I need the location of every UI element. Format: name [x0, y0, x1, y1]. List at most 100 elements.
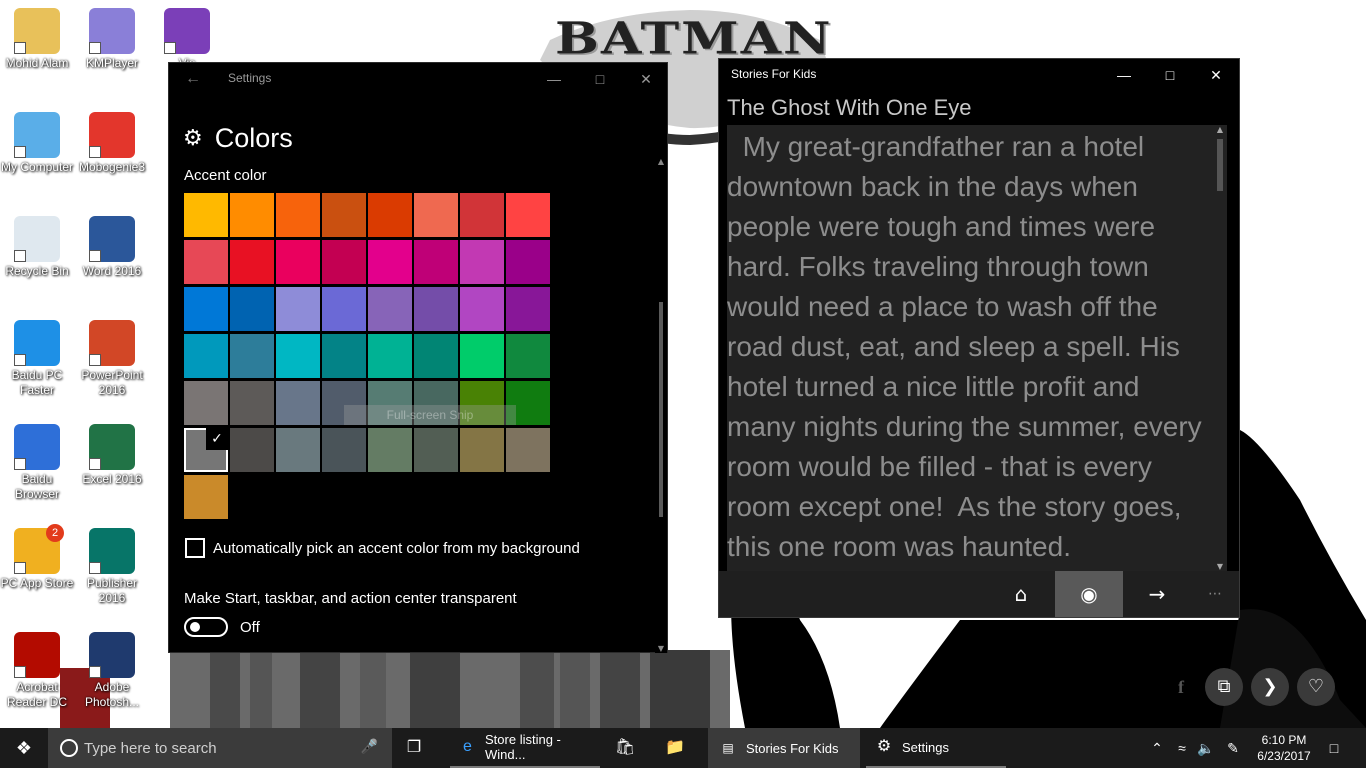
scroll-down-arrow-icon[interactable]: ▼ [655, 644, 667, 653]
transparency-toggle[interactable] [184, 617, 228, 637]
facebook-button[interactable]: f [1162, 668, 1200, 706]
settings-scrollbar[interactable]: ▲ ▼ [655, 157, 667, 653]
favorite-button[interactable]: ♡ [1297, 668, 1335, 706]
accent-swatch[interactable] [414, 193, 458, 237]
forward-button[interactable]: ❯ [1251, 668, 1289, 706]
accent-swatch[interactable] [184, 193, 228, 237]
accent-swatch[interactable] [184, 287, 228, 331]
accent-swatch[interactable] [276, 240, 320, 284]
accent-swatch[interactable] [230, 240, 274, 284]
accent-swatch[interactable] [322, 240, 366, 284]
task-view-button[interactable]: ❐ [400, 728, 434, 768]
accent-swatch[interactable] [414, 428, 458, 472]
desktop-icon-14[interactable]: Adobe Photosh... [75, 632, 149, 710]
desktop-icon-3[interactable]: My Computer [0, 112, 74, 175]
accent-swatch[interactable] [322, 334, 366, 378]
scroll-up-arrow-icon[interactable]: ▲ [655, 157, 667, 166]
accent-swatch[interactable] [506, 428, 550, 472]
scroll-thumb[interactable] [659, 302, 663, 517]
show-hidden-icons-button[interactable]: ⌃ [1146, 728, 1168, 768]
accent-swatch[interactable] [230, 193, 274, 237]
accent-swatch[interactable] [322, 428, 366, 472]
accent-swatch[interactable] [184, 381, 228, 425]
accent-swatch[interactable] [506, 287, 550, 331]
desktop-icon-8[interactable]: PowerPoint 2016 [75, 320, 149, 398]
accent-swatch[interactable] [414, 334, 458, 378]
search-input[interactable] [84, 739, 364, 757]
accent-swatch[interactable] [230, 334, 274, 378]
taskbar-store-button[interactable]: 🛍 [610, 728, 646, 768]
accent-swatch[interactable] [184, 240, 228, 284]
taskbar-item-settings[interactable]: ⚙ Settings [866, 728, 1006, 768]
close-button[interactable]: ✕ [623, 63, 669, 95]
maximize-button[interactable]: □ [577, 63, 623, 95]
desktop-icon-10[interactable]: Excel 2016 [75, 424, 149, 487]
desktop-icon-7[interactable]: Baidu PC Faster [0, 320, 74, 398]
scroll-thumb[interactable] [1217, 139, 1223, 191]
minimize-button[interactable]: — [531, 63, 577, 95]
taskbar-clock[interactable]: 6:10 PM 6/23/2017 [1252, 732, 1316, 764]
accent-swatch[interactable] [276, 193, 320, 237]
transparency-toggle-row[interactable]: Off [184, 617, 260, 637]
taskbar-item-store-listing[interactable]: e Store listing - Wind... [450, 728, 600, 768]
accent-swatch[interactable] [506, 193, 550, 237]
accent-swatch[interactable] [368, 240, 412, 284]
volume-icon[interactable]: 🔈 [1194, 728, 1218, 768]
home-button[interactable]: ⌂ [987, 571, 1055, 617]
scroll-down-arrow-icon[interactable]: ▼ [1214, 562, 1226, 571]
desktop-icon-0[interactable]: Mohid Alam [0, 8, 74, 71]
settings-titlebar[interactable]: ← Settings — □ ✕ [169, 63, 667, 95]
story-text-area[interactable]: My great-grandfather ran a hotel downtow… [727, 125, 1227, 571]
pen-icon[interactable]: ✎ [1220, 728, 1246, 768]
accent-swatch[interactable] [276, 287, 320, 331]
accent-swatch[interactable] [506, 240, 550, 284]
start-button[interactable]: ❖ [0, 728, 48, 768]
accent-swatch[interactable] [230, 287, 274, 331]
more-options-button[interactable]: ⋯ [1181, 571, 1249, 617]
accent-swatch[interactable] [368, 428, 412, 472]
accent-swatch[interactable] [460, 240, 504, 284]
accent-swatch[interactable] [460, 287, 504, 331]
action-center-button[interactable]: □ [1320, 728, 1348, 768]
accent-swatch[interactable] [184, 334, 228, 378]
accent-swatch[interactable] [230, 428, 274, 472]
accent-swatch[interactable] [368, 287, 412, 331]
accent-swatch[interactable] [276, 381, 320, 425]
maximize-button[interactable]: □ [1147, 59, 1193, 91]
search-box[interactable]: 🎤 [48, 728, 392, 768]
accent-swatch[interactable] [460, 334, 504, 378]
desktop-icon-6[interactable]: Word 2016 [75, 216, 149, 279]
accent-swatch[interactable] [276, 334, 320, 378]
back-arrow-icon[interactable]: ← [177, 63, 209, 95]
read-mode-button[interactable]: ◉ [1055, 571, 1123, 617]
accent-swatch[interactable] [414, 240, 458, 284]
accent-swatch[interactable] [460, 193, 504, 237]
auto-accent-checkbox[interactable] [185, 538, 205, 558]
accent-swatch[interactable] [414, 287, 458, 331]
accent-swatch[interactable]: ✓ [184, 428, 228, 472]
accent-swatch[interactable] [322, 287, 366, 331]
accent-swatch[interactable] [276, 428, 320, 472]
desktop-icon-11[interactable]: 2 PC App Store [0, 524, 74, 591]
taskbar-explorer-button[interactable]: 📁 [660, 728, 696, 768]
accent-swatch[interactable] [230, 381, 274, 425]
taskbar-item-stories[interactable]: ▤ Stories For Kids [708, 728, 860, 768]
desktop-icon-9[interactable]: Baidu Browser [0, 424, 74, 502]
accent-swatch[interactable] [460, 428, 504, 472]
auto-accent-checkbox-row[interactable]: Automatically pick an accent color from … [185, 538, 580, 558]
close-button[interactable]: ✕ [1193, 59, 1239, 91]
desktop-icon-1[interactable]: KMPlayer [75, 8, 149, 71]
story-scrollbar[interactable]: ▲ ▼ [1214, 125, 1226, 571]
stories-titlebar[interactable]: Stories For Kids — □ ✕ [719, 59, 1239, 91]
microphone-icon[interactable]: 🎤 [361, 738, 378, 755]
minimize-button[interactable]: — [1101, 59, 1147, 91]
desktop-icon-12[interactable]: Publisher 2016 [75, 528, 149, 606]
copy-button[interactable]: ⧉ [1205, 668, 1243, 706]
accent-swatch[interactable] [506, 334, 550, 378]
accent-swatch[interactable] [184, 475, 228, 519]
desktop-icon-13[interactable]: Acrobat Reader DC [0, 632, 74, 710]
scroll-up-arrow-icon[interactable]: ▲ [1214, 125, 1226, 134]
accent-swatch[interactable] [322, 193, 366, 237]
accent-swatch[interactable] [368, 334, 412, 378]
desktop-icon-5[interactable]: Recycle Bin [0, 216, 74, 279]
